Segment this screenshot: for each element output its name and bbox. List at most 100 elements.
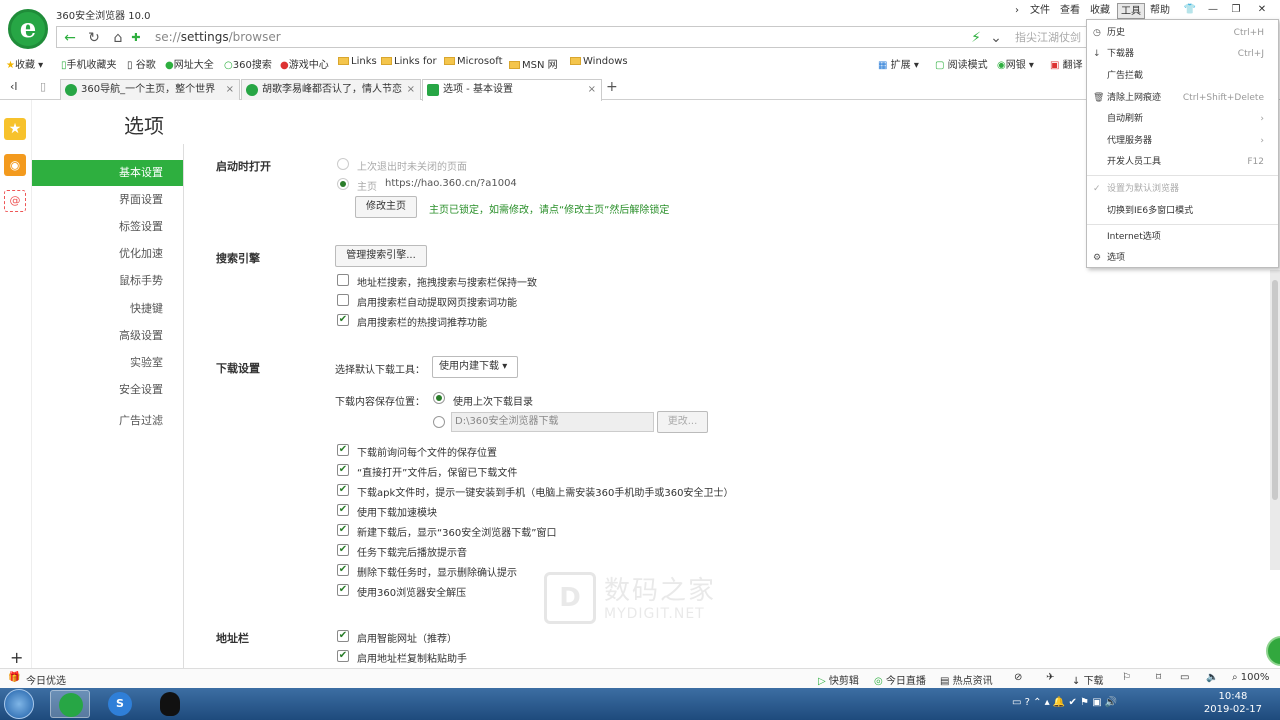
bookmark-favorites[interactable]: ★收藏 ▾: [6, 56, 43, 71]
tab-hao360[interactable]: 360导航_一个主页，整个世界 ×: [60, 79, 240, 100]
menu-tools[interactable]: 工具: [1117, 3, 1145, 19]
bookmark-msn[interactable]: MSN 网: [509, 56, 558, 71]
tab-news[interactable]: 胡歌李易峰都否认了，情人节恋 ×: [241, 79, 421, 100]
bookmark-links-for[interactable]: Links for: [381, 56, 437, 67]
close-icon[interactable]: ×: [407, 80, 415, 100]
taskbar-clock[interactable]: 10:48 2019-02-17: [1204, 690, 1262, 716]
crop-icon[interactable]: ⌑: [1156, 672, 1161, 683]
search-opt3-checkbox[interactable]: ✔: [337, 314, 349, 326]
addr-opt1-checkbox[interactable]: ✔: [337, 630, 349, 642]
floating-widget-icon[interactable]: [1266, 636, 1280, 666]
bookmark-windows[interactable]: Windows: [570, 56, 628, 67]
bookmark-microsoft[interactable]: Microsoft: [444, 56, 503, 67]
menu-item-proxy[interactable]: 代理服务器 ›: [1087, 131, 1278, 151]
bookmark-google[interactable]: ▯ 谷歌: [127, 56, 156, 71]
dl-opt-checkbox[interactable]: ✔: [337, 484, 349, 496]
search-opt2-checkbox[interactable]: [337, 294, 349, 306]
taskbar-qq[interactable]: [150, 690, 190, 718]
scrollbar-thumb[interactable]: [1272, 280, 1278, 500]
loc-custom-radio[interactable]: [433, 416, 445, 428]
close-window-button[interactable]: ✕: [1252, 3, 1272, 17]
nav-interface[interactable]: 界面设置: [32, 187, 183, 213]
address-bar[interactable]: ← ↻ ⌂ ✚ se://settings/browser ⚡ ⌄ 指尖江湖仗剑: [56, 26, 1088, 48]
menu-item-autorefresh[interactable]: 自动刷新 ›: [1087, 109, 1278, 129]
nav-shortcuts[interactable]: 快捷键: [32, 296, 183, 322]
reload-icon[interactable]: ↻: [85, 29, 103, 47]
download-tool-select[interactable]: 使用内建下载 ▾: [432, 356, 518, 378]
url-text[interactable]: se://settings/browser: [155, 30, 281, 44]
dl-opt-checkbox[interactable]: ✔: [337, 444, 349, 456]
loc-last-radio[interactable]: [433, 392, 445, 404]
status-zoom[interactable]: ⌕ 100%: [1232, 672, 1269, 683]
tray-icons[interactable]: ▭ ? ⌃ ▴ 🔔 ✔ ⚑ ▣ 🔊: [1012, 697, 1117, 708]
tab-settings[interactable]: 选项 - 基本设置 ×: [422, 79, 602, 101]
menu-item-devtools[interactable]: 开发人员工具 F12: [1087, 152, 1278, 172]
bookmark-mobile[interactable]: ▯手机收藏夹: [61, 56, 117, 71]
dl-opt-checkbox[interactable]: ✔: [337, 564, 349, 576]
startup-home-radio[interactable]: [337, 178, 349, 190]
window-icon[interactable]: ▭: [1180, 672, 1189, 683]
favorites-star-icon[interactable]: ★: [4, 118, 26, 140]
menu-item-history[interactable]: ◷ 历史 Ctrl+H: [1087, 23, 1278, 43]
speed-bolt-icon[interactable]: ⚡: [967, 29, 985, 47]
taskbar-sogou[interactable]: S: [100, 690, 140, 718]
skin-icon[interactable]: 👕: [1180, 3, 1200, 17]
menu-item-internet-options[interactable]: Internet选项: [1087, 227, 1278, 247]
nav-optimize[interactable]: 优化加速: [32, 241, 183, 267]
nav-tabs[interactable]: 标签设置: [32, 214, 183, 240]
dl-opt-checkbox[interactable]: ✔: [337, 504, 349, 516]
close-icon[interactable]: ×: [226, 80, 234, 100]
bookmark-games[interactable]: ●游戏中心: [280, 56, 329, 71]
menu-item-clear[interactable]: 🗑 清除上网痕迹 Ctrl+Shift+Delete: [1087, 88, 1278, 108]
menu-help[interactable]: 帮助: [1147, 3, 1173, 19]
translate-button[interactable]: ▣ 翻译: [1050, 56, 1083, 71]
dl-opt-checkbox[interactable]: ✔: [337, 544, 349, 556]
nav-advanced[interactable]: 高级设置: [32, 323, 183, 349]
download-path-input[interactable]: D:\360安全浏览器下载: [451, 412, 654, 432]
start-button[interactable]: [4, 689, 34, 719]
menu-view[interactable]: 查看: [1057, 3, 1083, 19]
dl-opt-checkbox[interactable]: ✔: [337, 464, 349, 476]
bookmark-360search[interactable]: ○360搜索: [224, 56, 272, 71]
sound-icon[interactable]: 🔈: [1206, 672, 1218, 683]
minimize-button[interactable]: —: [1203, 3, 1223, 17]
flag-icon[interactable]: ⚐: [1122, 672, 1131, 683]
taskbar-360browser[interactable]: [50, 690, 90, 718]
menu-item-options[interactable]: ⚙ 选项: [1087, 248, 1278, 268]
bookmark-hao[interactable]: ●网址大全: [165, 56, 214, 71]
nav-mouse-gesture[interactable]: 鼠标手势: [32, 268, 183, 294]
change-path-button[interactable]: 更改...: [657, 411, 708, 433]
nav-adfilter[interactable]: 广告过滤: [32, 408, 183, 434]
netbank-button[interactable]: ◉网银 ▾: [997, 56, 1034, 71]
status-news[interactable]: ▤ 热点资讯: [940, 672, 993, 687]
status-live[interactable]: ◎ 今日直播: [874, 672, 926, 687]
menu-file[interactable]: 文件: [1027, 3, 1053, 19]
menu-item-default-browser[interactable]: ✓ 设置为默认浏览器: [1087, 179, 1278, 199]
bookmark-links[interactable]: Links: [338, 56, 377, 67]
back-arrow-icon[interactable]: ←: [61, 29, 79, 47]
extensions-button[interactable]: ▦ 扩展 ▾: [878, 56, 919, 71]
menu-item-downloads[interactable]: ↓ 下载器 Ctrl+J: [1087, 44, 1278, 64]
nav-basic[interactable]: 基本设置: [32, 160, 183, 186]
startup-last-radio[interactable]: [337, 158, 349, 170]
dl-opt-checkbox[interactable]: ✔: [337, 584, 349, 596]
mail-icon[interactable]: @: [4, 190, 26, 212]
change-home-button[interactable]: 修改主页: [355, 196, 417, 218]
address-dropdown-icon[interactable]: ⌄: [987, 29, 1005, 47]
status-download[interactable]: ↓ 下载: [1072, 672, 1104, 687]
weibo-icon[interactable]: ◉: [4, 154, 26, 176]
dl-opt-checkbox[interactable]: ✔: [337, 524, 349, 536]
search-input[interactable]: 指尖江湖仗剑: [1015, 29, 1081, 45]
pin-icon[interactable]: ✈: [1046, 672, 1054, 683]
new-tab-button[interactable]: +: [606, 79, 618, 95]
close-icon[interactable]: ×: [588, 80, 596, 100]
status-quick-edit[interactable]: ▷ 快剪辑: [818, 672, 859, 687]
home-icon[interactable]: ⌂: [109, 29, 127, 47]
back-history-icon[interactable]: ›: [1012, 3, 1022, 19]
clean-icon[interactable]: ⊘: [1014, 672, 1022, 683]
browser-logo-icon[interactable]: e: [8, 9, 48, 49]
nav-lab[interactable]: 实验室: [32, 350, 183, 376]
search-opt1-checkbox[interactable]: [337, 274, 349, 286]
addr-opt2-checkbox[interactable]: ✔: [337, 650, 349, 662]
status-today-picks[interactable]: 今日优选: [26, 672, 66, 687]
